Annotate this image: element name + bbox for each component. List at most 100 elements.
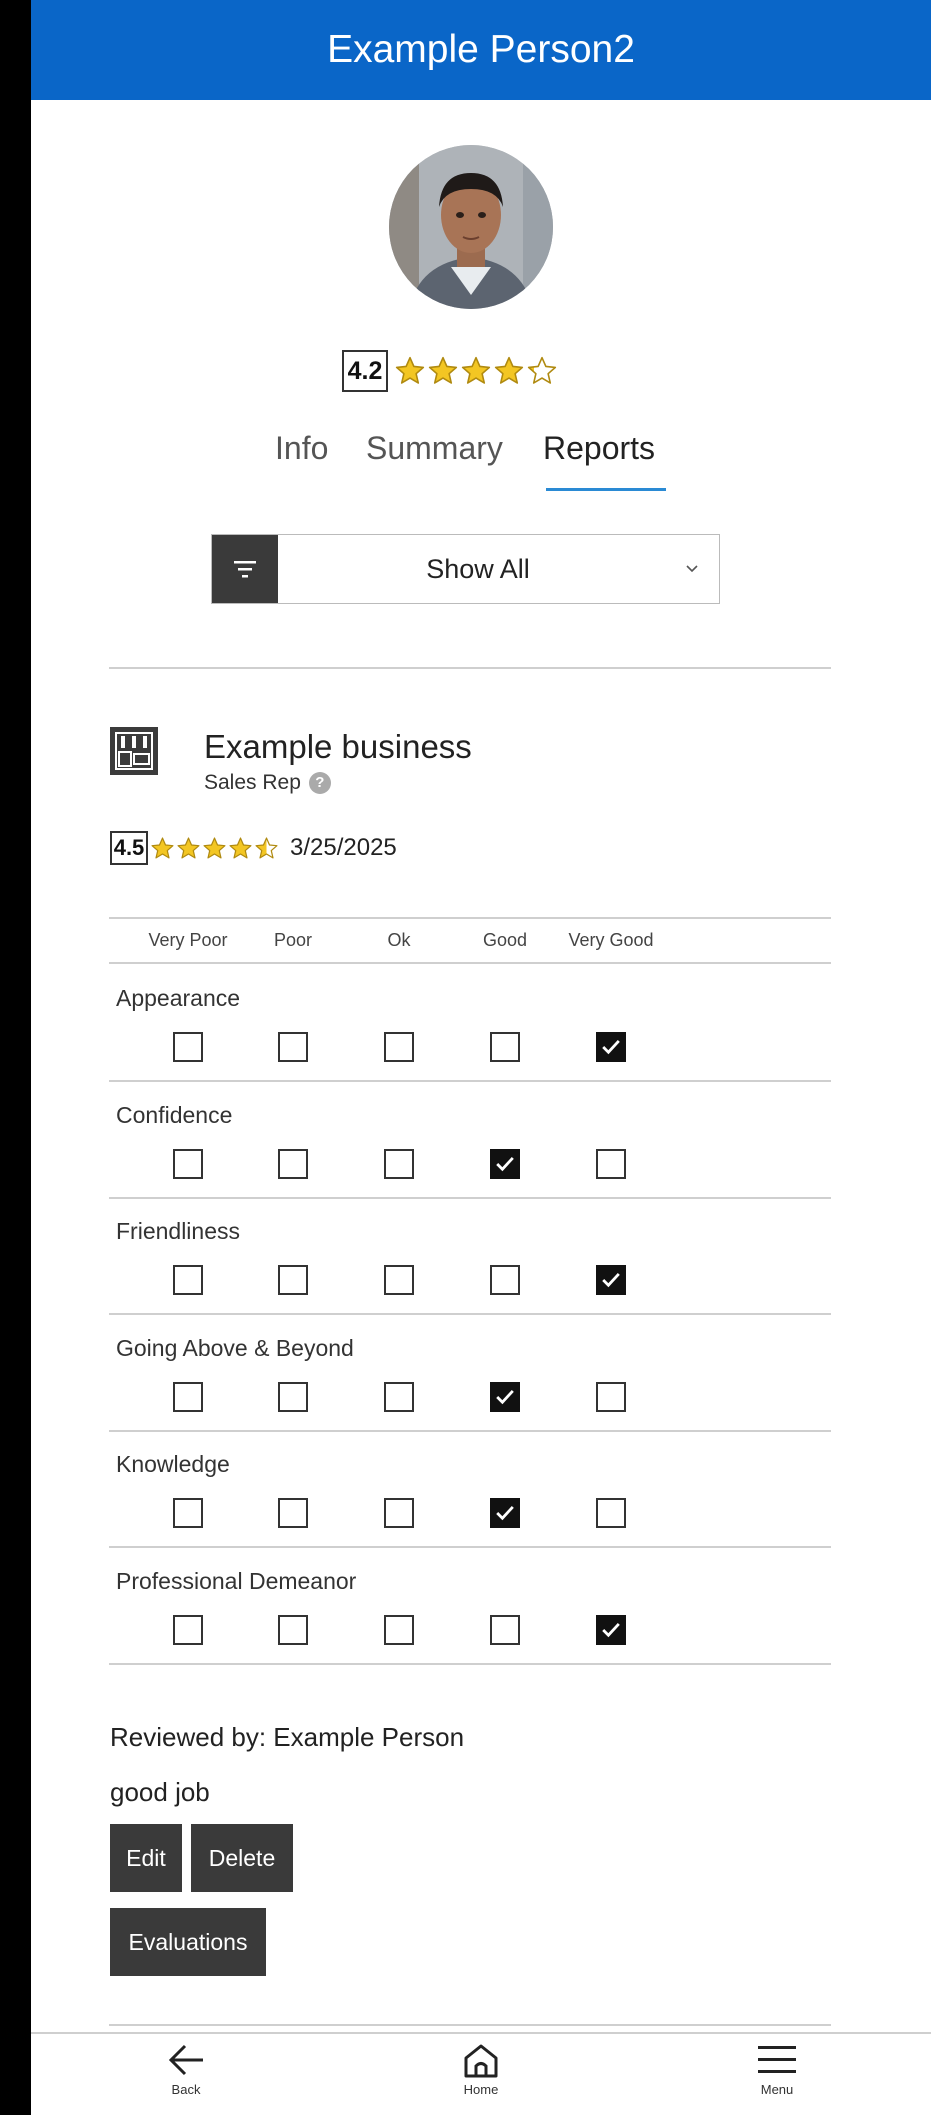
business-role: Sales Rep ? xyxy=(204,771,331,795)
criterion-label: Going Above & Beyond xyxy=(116,1334,354,1361)
star-icon xyxy=(526,355,558,387)
scale-header-2: Ok xyxy=(387,930,411,950)
scale-header-0: Very Poor xyxy=(148,930,228,950)
nav-back[interactable]: Back xyxy=(126,2040,246,2097)
star-icon xyxy=(254,836,279,861)
rating-checkbox[interactable] xyxy=(490,1265,520,1295)
rating-checkbox[interactable] xyxy=(490,1381,520,1412)
star-icon xyxy=(228,836,253,861)
arrow-left-icon xyxy=(168,2044,203,2076)
review-date: 3/25/2025 xyxy=(290,834,397,861)
help-icon[interactable]: ? xyxy=(308,772,331,794)
scale-header-3: Good xyxy=(482,930,528,950)
rating-checkbox[interactable] xyxy=(384,1498,414,1528)
rating-checkbox[interactable] xyxy=(173,1148,203,1179)
divider xyxy=(109,1662,831,1665)
divider xyxy=(109,1429,831,1432)
role-label: Sales Rep xyxy=(204,771,301,794)
report-filter-dropdown[interactable]: Show All xyxy=(211,534,720,604)
star-icon xyxy=(202,836,227,861)
overall-rating-value: 4.2 xyxy=(342,350,388,392)
rating-checkbox[interactable] xyxy=(490,1614,520,1645)
checkmark-icon xyxy=(602,1272,620,1288)
nav-menu-label: Menu xyxy=(760,2082,794,2097)
overall-rating: 4.2 xyxy=(342,349,559,393)
tab-reports[interactable]: Reports xyxy=(543,430,655,467)
rating-checkbox[interactable] xyxy=(596,1032,626,1062)
divider xyxy=(109,917,831,919)
rating-checkbox[interactable] xyxy=(173,1265,203,1295)
divider xyxy=(109,1196,831,1199)
rating-checkbox[interactable] xyxy=(278,1498,308,1528)
rating-checkbox[interactable] xyxy=(278,1032,308,1062)
business-icon xyxy=(110,727,158,775)
criterion-label: Confidence xyxy=(116,1101,233,1128)
business-name: Example business xyxy=(204,728,472,765)
checkmark-icon xyxy=(602,1039,620,1055)
rating-checkbox[interactable] xyxy=(278,1381,308,1412)
criterion-label: Appearance xyxy=(116,985,241,1011)
filter-icon xyxy=(234,561,256,578)
avatar xyxy=(389,145,553,309)
evaluations-button[interactable]: Evaluations xyxy=(110,1908,266,1976)
rating-checkbox[interactable] xyxy=(384,1265,414,1295)
star-icon xyxy=(427,355,459,387)
reviewed-by: Reviewed by: Example Person xyxy=(110,1722,465,1752)
overall-rating-stars xyxy=(394,355,559,387)
review-comment: good job xyxy=(110,1777,210,1807)
edit-button[interactable]: Edit xyxy=(110,1824,182,1892)
home-icon xyxy=(464,2044,498,2078)
divider xyxy=(109,667,831,669)
rating-checkbox[interactable] xyxy=(384,1148,414,1179)
scale-header-4: Very Good xyxy=(568,930,654,950)
rating-checkbox[interactable] xyxy=(278,1148,308,1179)
star-icon xyxy=(460,355,492,387)
nav-home-label: Home xyxy=(463,2082,499,2097)
rating-checkbox[interactable] xyxy=(278,1265,308,1295)
report-rating: 4.5 3/25/2025 xyxy=(110,830,397,866)
criterion-label: Professional Demeanor xyxy=(116,1567,357,1594)
report-rating-value: 4.5 xyxy=(110,831,148,865)
rating-checkbox[interactable] xyxy=(596,1498,626,1528)
tab-info[interactable]: Info xyxy=(275,430,328,467)
checkmark-icon xyxy=(496,1389,514,1404)
report-rating-stars xyxy=(150,836,280,861)
rating-checkbox[interactable] xyxy=(490,1032,520,1062)
rating-checkbox[interactable] xyxy=(596,1381,626,1412)
rating-checkbox[interactable] xyxy=(173,1498,203,1528)
tab-bar: Info Summary Reports xyxy=(31,430,931,490)
rating-checkbox[interactable] xyxy=(384,1381,414,1412)
rating-checkbox[interactable] xyxy=(173,1032,203,1062)
header-bar: Example Person2 xyxy=(31,0,931,100)
checkmark-icon xyxy=(496,1156,514,1171)
star-icon xyxy=(493,355,525,387)
star-icon xyxy=(176,836,201,861)
rating-checkbox[interactable] xyxy=(173,1614,203,1645)
active-tab-indicator xyxy=(546,488,666,491)
page-title: Example Person2 xyxy=(327,28,635,71)
rating-checkbox[interactable] xyxy=(596,1614,626,1645)
rating-checkbox[interactable] xyxy=(173,1381,203,1412)
nav-home[interactable]: Home xyxy=(421,2040,541,2097)
rating-checkbox[interactable] xyxy=(490,1498,520,1528)
app-screen: Example Person2 4.2 Info Summary Reports xyxy=(31,0,931,2115)
filter-selected-value: Show All xyxy=(426,554,530,584)
rating-checkbox[interactable] xyxy=(384,1614,414,1645)
bottom-nav: Back Home Menu xyxy=(31,2032,931,2115)
rating-checkbox[interactable] xyxy=(596,1148,626,1179)
divider xyxy=(109,962,831,964)
checkmark-icon xyxy=(602,1622,620,1637)
tab-summary[interactable]: Summary xyxy=(366,430,503,467)
divider xyxy=(109,1546,831,1548)
rating-checkbox[interactable] xyxy=(278,1614,308,1645)
filter-button[interactable] xyxy=(212,535,278,603)
nav-back-label: Back xyxy=(171,2082,201,2097)
divider xyxy=(109,2024,831,2026)
chevron-down-icon[interactable] xyxy=(667,535,717,603)
delete-button[interactable]: Delete xyxy=(191,1824,293,1892)
rating-checkbox[interactable] xyxy=(490,1148,520,1179)
rating-checkbox[interactable] xyxy=(384,1032,414,1062)
rating-checkbox[interactable] xyxy=(596,1265,626,1295)
nav-menu[interactable]: Menu xyxy=(717,2040,837,2097)
criterion-label: Knowledge xyxy=(116,1451,230,1477)
